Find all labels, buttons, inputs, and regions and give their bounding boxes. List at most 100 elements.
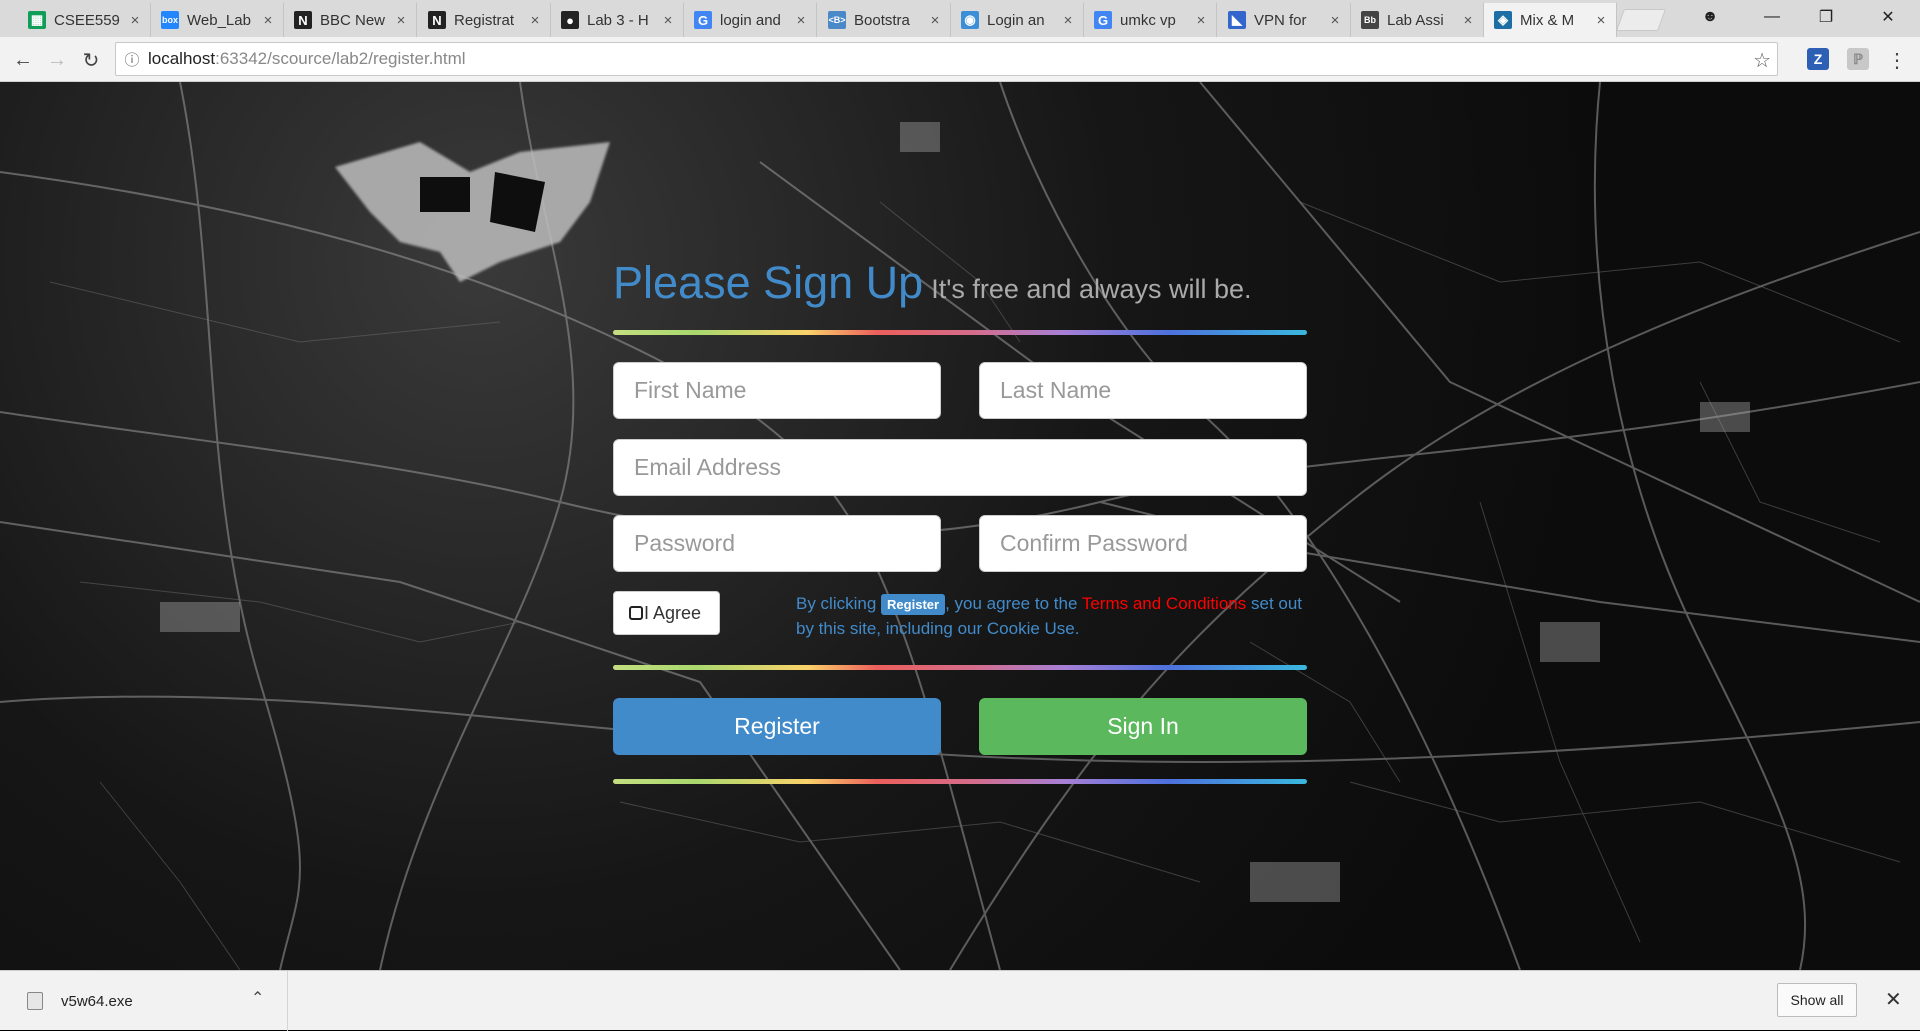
browser-tab[interactable]: Gumkc vp ×: [1084, 3, 1217, 37]
notion-icon: N: [294, 11, 312, 29]
rainbow-divider: [613, 779, 1307, 784]
last-name-input[interactable]: [1000, 363, 1286, 418]
tab-title: login and: [720, 11, 781, 29]
tab-close-icon[interactable]: ×: [661, 12, 675, 29]
page-content: Please Sign Up It's free and always will …: [0, 82, 1920, 970]
browser-tab[interactable]: Bb Lab Assi ×: [1351, 3, 1484, 37]
tab-title: Lab Assi: [1387, 11, 1444, 29]
tab-title: Login an: [987, 11, 1045, 29]
page-subtitle: It's free and always will be.: [931, 274, 1252, 304]
tab-close-icon[interactable]: ×: [794, 12, 808, 29]
browser-tab[interactable]: ◉ Login an ×: [951, 3, 1084, 37]
tab-title: Registrat: [454, 11, 515, 29]
terms-prefix: By clicking: [796, 594, 877, 613]
google-icon: G: [1094, 11, 1112, 29]
tab-title: CSEE559: [54, 11, 120, 29]
tab-title: Lab 3 - H: [587, 11, 649, 29]
download-item[interactable]: v5w64.exe ⌃: [0, 971, 288, 1031]
restore-button[interactable]: ❐: [1800, 0, 1852, 34]
terms-link[interactable]: Terms and Conditions: [1082, 594, 1246, 613]
tab-close-icon[interactable]: ×: [1594, 12, 1608, 29]
browser-tab[interactable]: N BBC New ×: [284, 3, 417, 37]
info-icon[interactable]: ⓘ: [116, 49, 148, 70]
download-file-name: v5w64.exe: [61, 993, 133, 1010]
tab-title: VPN for: [1254, 11, 1307, 29]
tab-close-icon[interactable]: ×: [1061, 12, 1075, 29]
terms-text: By clicking Register, you agree to the T…: [796, 591, 1306, 641]
bootstrap-icon: <B>: [828, 11, 846, 29]
exe-file-icon: [27, 992, 43, 1010]
mix-icon: ◈: [1494, 11, 1512, 29]
tab-title: Bootstra: [854, 11, 910, 29]
drop-icon: ◉: [961, 11, 979, 29]
first-name-input[interactable]: [634, 363, 920, 418]
confirm-password-input[interactable]: [1000, 516, 1286, 571]
back-arrow-icon[interactable]: ←: [8, 45, 38, 75]
rainbow-divider: [613, 330, 1307, 335]
tab-close-icon[interactable]: ×: [1194, 12, 1208, 29]
browser-tab[interactable]: ◈ Mix & M ×: [1484, 3, 1617, 37]
tab-close-icon[interactable]: ×: [394, 12, 408, 29]
terms-middle: , you agree to the: [945, 594, 1078, 613]
password-field[interactable]: [613, 515, 941, 572]
chevron-up-icon[interactable]: ⌃: [251, 988, 264, 1008]
rainbow-divider: [613, 665, 1307, 670]
browser-tab[interactable]: N Registrat ×: [418, 3, 551, 37]
browser-tab[interactable]: ▦ CSEE559 ×: [18, 3, 151, 37]
tab-close-icon[interactable]: ×: [528, 12, 542, 29]
address-bar[interactable]: ⓘ localhost:63342/scource/lab2/register.…: [115, 42, 1778, 76]
tab-close-icon[interactable]: ×: [128, 12, 142, 29]
bookmark-star-icon[interactable]: ☆: [1753, 48, 1771, 73]
browser-tab[interactable]: Glogin and ×: [684, 3, 817, 37]
forward-arrow-icon[interactable]: →: [42, 45, 72, 75]
minimize-button[interactable]: —: [1746, 0, 1798, 34]
downloads-bar: v5w64.exe ⌃ Show all ✕: [0, 970, 1920, 1031]
github-icon: ●: [561, 11, 579, 29]
tab-close-icon[interactable]: ×: [928, 12, 942, 29]
url-path: :63342/scource/lab2/register.html: [215, 49, 466, 68]
confirm-password-field[interactable]: [979, 515, 1307, 572]
browser-toolbar: ← → ↻ ⓘ localhost:63342/scource/lab2/reg…: [0, 37, 1920, 82]
agree-checkbox-button[interactable]: I Agree: [613, 591, 720, 635]
reload-icon[interactable]: ↻: [76, 45, 106, 75]
close-downloads-icon[interactable]: ✕: [1885, 987, 1902, 1012]
form-heading: Please Sign Up It's free and always will …: [613, 257, 1252, 309]
page-title: Please Sign Up: [613, 257, 924, 308]
box-icon: box: [161, 11, 179, 29]
sheets-icon: ▦: [28, 11, 46, 29]
city-map-background: [0, 82, 1920, 970]
agree-label: I Agree: [644, 602, 702, 623]
password-input[interactable]: [634, 516, 920, 571]
tab-title: Web_Lab: [187, 11, 251, 29]
menu-kebab-icon[interactable]: ⋮: [1882, 45, 1912, 75]
tab-title: Mix & M: [1520, 11, 1575, 29]
last-name-field[interactable]: [979, 362, 1307, 419]
url-host: localhost: [148, 49, 216, 68]
browser-tab[interactable]: <B> Bootstra ×: [818, 3, 951, 37]
checkbox[interactable]: [629, 606, 643, 620]
browser-tab[interactable]: ● Lab 3 - H ×: [551, 3, 684, 37]
tab-close-icon[interactable]: ×: [1461, 12, 1475, 29]
email-field[interactable]: [613, 439, 1307, 496]
first-name-field[interactable]: [613, 362, 941, 419]
profile-icon[interactable]: ☻: [1684, 0, 1736, 34]
tab-close-icon[interactable]: ×: [261, 12, 275, 29]
lab-icon: Bb: [1361, 11, 1379, 29]
notion-icon: N: [428, 11, 446, 29]
new-tab-button[interactable]: [1615, 9, 1667, 31]
browser-tab[interactable]: ◣ VPN for ×: [1218, 3, 1351, 37]
email-input[interactable]: [634, 440, 1286, 495]
close-window-button[interactable]: ✕: [1862, 0, 1914, 34]
show-all-button[interactable]: Show all: [1777, 983, 1857, 1017]
vpn-icon: ◣: [1228, 11, 1246, 29]
extension-icon[interactable]: ℙ: [1847, 48, 1869, 70]
tab-strip: ☻ — ❐ ✕ ▦ CSEE559 × box Web_Lab × N BBC New × N Re…: [0, 0, 1920, 37]
google-icon: G: [694, 11, 712, 29]
browser-tab[interactable]: box Web_Lab ×: [151, 3, 284, 37]
register-button[interactable]: Register: [613, 698, 941, 755]
zotero-extension-icon[interactable]: Z: [1807, 48, 1829, 70]
tab-close-icon[interactable]: ×: [1328, 12, 1342, 29]
sign-in-button[interactable]: Sign In: [979, 698, 1307, 755]
tab-title: umkc vp: [1120, 11, 1176, 29]
tab-title: BBC New: [320, 11, 386, 29]
